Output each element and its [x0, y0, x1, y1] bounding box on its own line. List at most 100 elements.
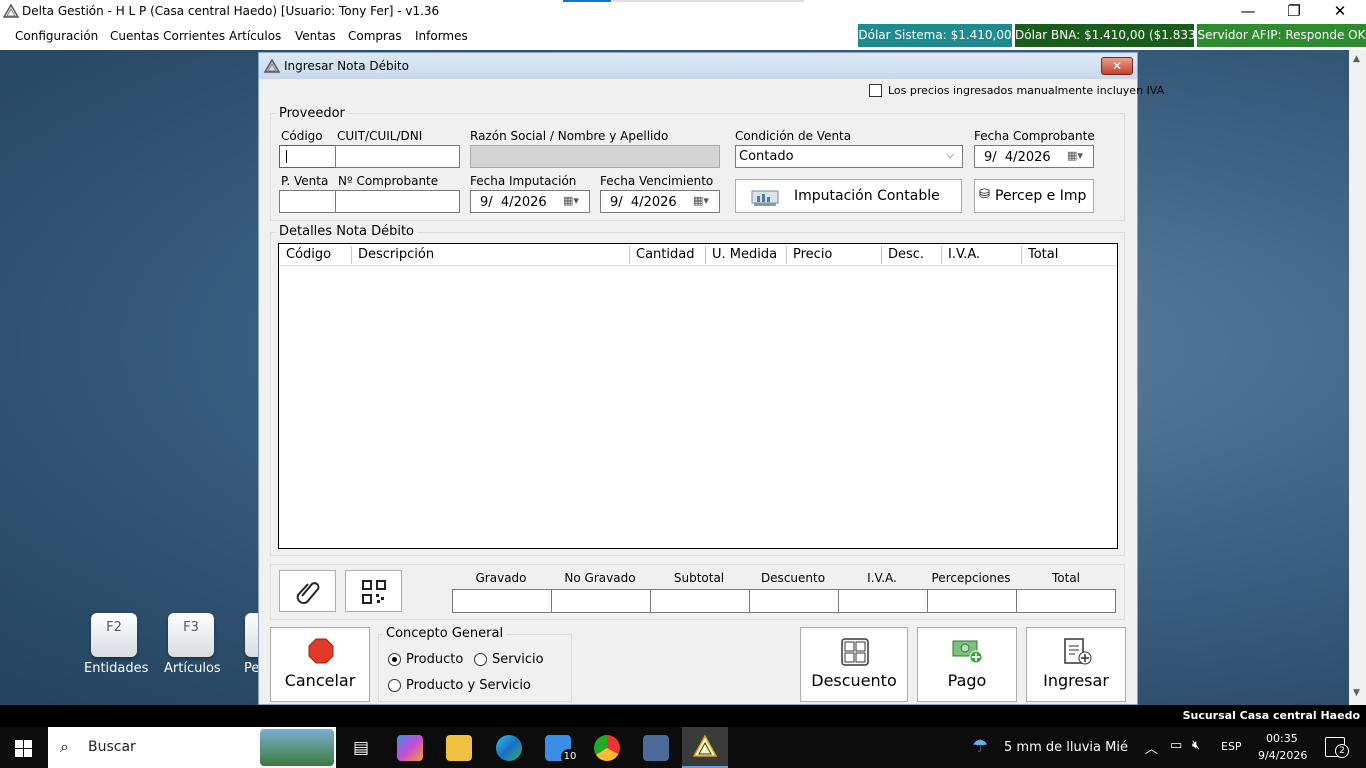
subtotal-label: Subtotal: [673, 571, 725, 585]
qr-button[interactable]: [345, 570, 402, 612]
percepciones-label: Percepciones: [931, 571, 1011, 585]
cancelar-button[interactable]: Cancelar: [270, 627, 370, 702]
fecha-comprobante-picker[interactable]: 9/ 4/2026 ▦▾: [974, 145, 1094, 168]
fecha-vencimiento-picker[interactable]: 9/ 4/2026 ▦▾: [600, 190, 720, 213]
fecha-imputacion-value: 9/ 4/2026: [480, 195, 547, 210]
main-scrollbar[interactable]: ▲ ▼: [1349, 50, 1366, 705]
menu-configuracion[interactable]: Configuración: [15, 29, 98, 43]
codigo-label: Código: [281, 129, 323, 143]
notifications-icon[interactable]: 2: [1325, 737, 1349, 758]
accounting-chart-icon: [751, 190, 779, 206]
no-gravado-label: No Gravado: [564, 571, 636, 585]
pago-button[interactable]: Pago: [917, 627, 1017, 702]
condicion-venta-select[interactable]: Contado ⌵: [735, 145, 963, 168]
calendar-dropdown-icon[interactable]: ▦▾: [563, 194, 579, 207]
battery-icon[interactable]: ▭: [1170, 738, 1182, 753]
language-indicator[interactable]: ESP: [1221, 740, 1242, 753]
ingresar-button-label: Ingresar: [1043, 671, 1109, 690]
detalles-grid[interactable]: Código Descripción Cantidad U. Medida Pr…: [278, 243, 1118, 549]
no-gravado-field: [551, 589, 651, 613]
servicio-radio-label: Servicio: [492, 652, 544, 667]
nro-comprobante-input[interactable]: [335, 190, 460, 213]
iva-label: I.V.A.: [867, 571, 897, 585]
scroll-down-icon[interactable]: ▼: [1353, 688, 1360, 698]
col-descripcion[interactable]: Descripción: [358, 247, 434, 262]
concepto-group-title: Concepto General: [383, 626, 507, 641]
col-codigo[interactable]: Código: [286, 247, 331, 262]
task-view-icon[interactable]: ▤: [348, 735, 374, 761]
col-iva[interactable]: I.V.A.: [948, 247, 980, 262]
col-u-medida[interactable]: U. Medida: [712, 247, 777, 262]
codigo-input[interactable]: [279, 145, 336, 168]
clock-time[interactable]: 00:35: [1266, 732, 1298, 745]
subtotal-field: [650, 589, 750, 613]
menu-cuentas-corrientes[interactable]: Cuentas Corrientes: [110, 29, 225, 43]
fecha-vencimiento-value: 9/ 4/2026: [610, 195, 677, 210]
search-highlight-image: [260, 729, 334, 766]
weather-text[interactable]: 5 mm de lluvia Mié: [1004, 740, 1128, 755]
delta-gestion-task[interactable]: [682, 727, 728, 768]
col-desc[interactable]: Desc.: [888, 247, 924, 262]
rain-umbrella-icon: ☂: [972, 736, 989, 757]
producto-servicio-radio[interactable]: [388, 679, 401, 692]
fecha-comprobante-label: Fecha Comprobante: [974, 129, 1095, 143]
ingresar-button[interactable]: Ingresar: [1026, 627, 1126, 702]
iva-field: [838, 589, 928, 613]
descuento-button[interactable]: Descuento: [800, 627, 908, 702]
shortcut-entidades-label[interactable]: Entidades: [84, 661, 148, 676]
condicion-venta-label: Condición de Venta: [735, 129, 852, 143]
col-separator: [881, 246, 882, 264]
edge-browser-icon[interactable]: [496, 735, 522, 761]
producto-radio[interactable]: [388, 653, 401, 666]
close-window-button[interactable]: ✕: [1317, 0, 1363, 24]
branch-status: Sucursal Casa central Haedo: [1182, 709, 1360, 722]
nota-debito-dialog: Ingresar Nota Débito ✕ Los precios ingre…: [258, 52, 1164, 705]
mail-icon[interactable]: 10: [545, 735, 579, 765]
condicion-venta-value: Contado: [739, 149, 794, 164]
iva-checkbox[interactable]: [869, 84, 882, 97]
col-separator: [1021, 246, 1022, 264]
calendar-dropdown-icon[interactable]: ▦▾: [693, 194, 709, 207]
chevron-up-icon[interactable]: ︿: [1145, 738, 1158, 757]
imputacion-contable-button[interactable]: Imputación Contable: [735, 179, 962, 213]
menu-informes[interactable]: Informes: [415, 29, 468, 43]
copilot-icon[interactable]: [397, 735, 423, 761]
shortcut-f2-key-label: F2: [106, 620, 122, 635]
menu-ventas[interactable]: Ventas: [295, 29, 336, 43]
dialog-close-button[interactable]: ✕: [1101, 57, 1133, 75]
col-total[interactable]: Total: [1028, 247, 1058, 262]
razon-social-label: Razón Social / Nombre y Apellido: [470, 129, 669, 143]
dolar-sistema-badge: Dólar Sistema: $1.410,00: [858, 24, 1012, 47]
speaker-muted-icon[interactable]: 🔇︎: [1192, 738, 1200, 753]
minimize-button[interactable]: —: [1225, 0, 1271, 24]
fecha-imputacion-picker[interactable]: 9/ 4/2026 ▦▾: [470, 190, 590, 213]
windows-start-icon[interactable]: [15, 740, 32, 757]
col-separator: [629, 246, 630, 264]
menu-articulos[interactable]: Artículos: [229, 29, 281, 43]
shortcut-partial-key[interactable]: [245, 613, 259, 657]
clock-date[interactable]: 9/4/2026: [1258, 749, 1307, 762]
servicio-radio[interactable]: [474, 653, 487, 666]
shortcut-articulos-label[interactable]: Artículos: [164, 661, 221, 676]
shortcut-f3-key[interactable]: F3: [168, 613, 214, 657]
app-title: Delta Gestión - H L P (Casa central Haed…: [22, 4, 440, 18]
coins-icon: ⛁: [979, 187, 990, 202]
cuit-input[interactable]: [335, 145, 460, 168]
search-icon: ⌕: [60, 737, 69, 756]
shortcut-f2-key[interactable]: F2: [91, 613, 137, 657]
percep-imp-button[interactable]: ⛁ Percep e Imp: [974, 179, 1094, 213]
attach-button[interactable]: [279, 570, 336, 612]
delta-logo-icon: [3, 4, 19, 18]
restore-button[interactable]: ❐: [1271, 0, 1317, 24]
taskbar-search-box[interactable]: ⌕ Buscar: [48, 727, 336, 768]
scroll-up-icon[interactable]: ▲: [1353, 54, 1360, 64]
p-venta-input[interactable]: [279, 190, 336, 213]
network-app-icon[interactable]: [643, 735, 669, 761]
col-cantidad[interactable]: Cantidad: [636, 247, 694, 262]
calendar-dropdown-icon[interactable]: ▦▾: [1067, 149, 1083, 162]
chrome-icon[interactable]: [594, 735, 620, 761]
menu-compras[interactable]: Compras: [348, 29, 402, 43]
col-precio[interactable]: Precio: [793, 247, 832, 262]
document-add-icon: [1064, 638, 1092, 665]
file-explorer-icon[interactable]: [446, 735, 472, 761]
